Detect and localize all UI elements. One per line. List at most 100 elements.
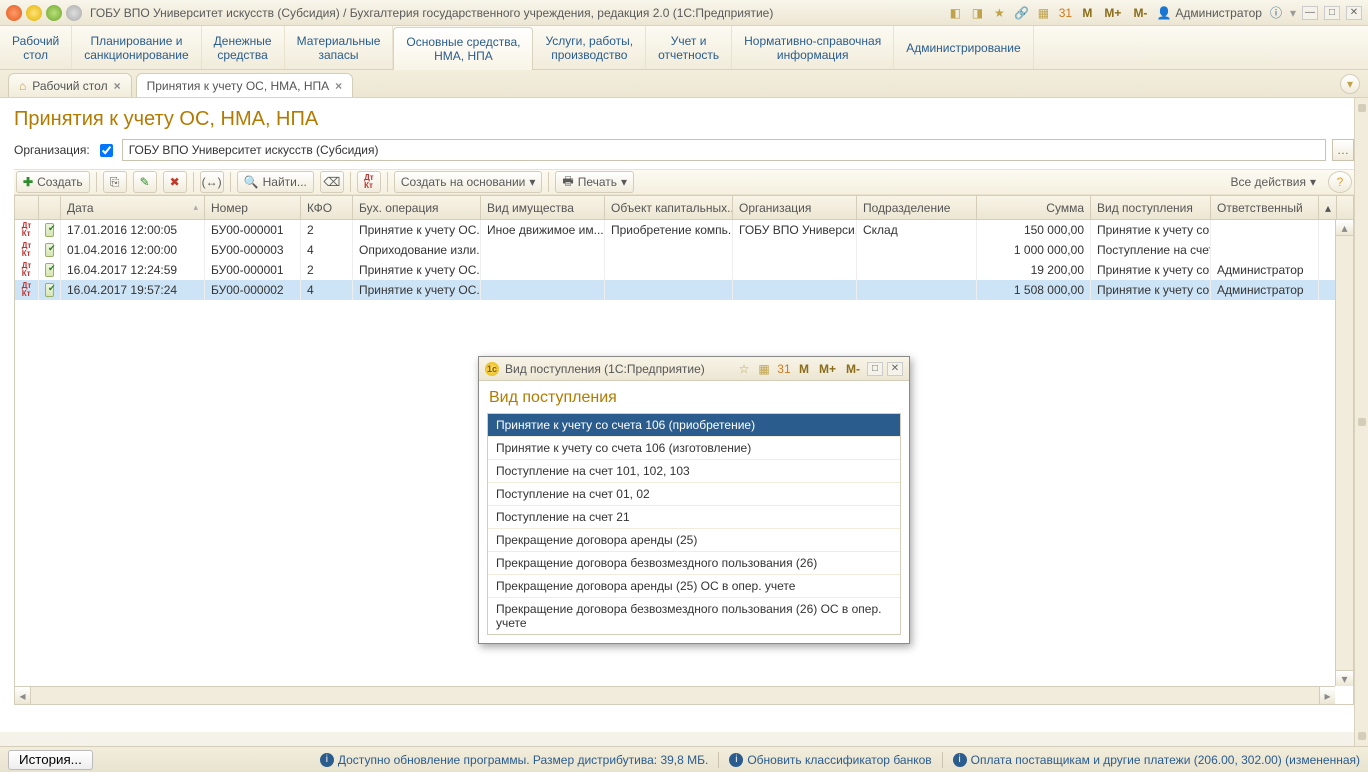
list-item[interactable]: Принятие к учету со счета 106 (приобрете… — [488, 414, 900, 437]
col-kfo[interactable]: КФО — [301, 196, 353, 219]
list-item[interactable]: Прекращение договора безвозмездного поль… — [488, 552, 900, 575]
col-date[interactable]: Дата — [61, 196, 205, 219]
col-asset[interactable]: Вид имущества — [481, 196, 605, 219]
edit-button[interactable]: ✎ — [133, 171, 157, 193]
col-op[interactable]: Бух. операция — [353, 196, 481, 219]
col-obj[interactable]: Объект капитальных... — [605, 196, 733, 219]
table-row[interactable]: ДтКт17.01.2016 12:00:05БУ00-0000012Приня… — [15, 220, 1353, 240]
win-min[interactable]: — — [1302, 6, 1318, 20]
nav-materials[interactable]: Материальныезапасы — [285, 26, 394, 69]
mem-mminus[interactable]: M- — [1130, 6, 1150, 20]
col-dept[interactable]: Подразделение — [857, 196, 977, 219]
col-sum[interactable]: Сумма — [977, 196, 1091, 219]
close-icon[interactable]: × — [114, 79, 121, 93]
org-input[interactable]: ГОБУ ВПО Университет искусств (Субсидия) — [122, 139, 1326, 161]
side-rail[interactable] — [1354, 98, 1368, 746]
tb-grey-icon[interactable] — [66, 5, 82, 21]
scroll-up-icon[interactable]: ▴ — [1336, 220, 1353, 236]
table-row[interactable]: ДтКт01.04.2016 12:00:00БУ00-0000034Оприх… — [15, 240, 1353, 260]
status-update-link[interactable]: iДоступно обновление программы. Размер д… — [320, 753, 708, 767]
tb-green-icon[interactable] — [46, 5, 62, 21]
create-button[interactable]: ✚Создать — [16, 171, 90, 193]
nav-money[interactable]: Денежныесредства — [202, 26, 285, 69]
dtkt-icon: ДтКт — [22, 242, 32, 258]
modal-max[interactable]: □ — [867, 362, 883, 376]
grid-header: Дата Номер КФО Бух. операция Вид имущест… — [15, 196, 1353, 220]
list-item[interactable]: Прекращение договора безвозмездного поль… — [488, 598, 900, 634]
scroll-left-icon[interactable]: ◂ — [15, 687, 31, 704]
history-button[interactable]: История... — [8, 750, 93, 770]
nav-assets[interactable]: Основные средства,НМА, НПА — [393, 27, 533, 70]
find-button[interactable]: 🔍Найти... — [237, 171, 314, 193]
toolbar: ✚Создать ⎘ ✎ ✖ (↔) 🔍Найти... ⌫ ДтКт Созд… — [14, 169, 1354, 195]
win-close[interactable]: ✕ — [1346, 6, 1362, 20]
favorite-icon[interactable]: ★ — [991, 5, 1007, 21]
refresh-button[interactable]: (↔) — [200, 171, 224, 193]
list-item[interactable]: Принятие к учету со счета 106 (изготовле… — [488, 437, 900, 460]
modal-calc-icon[interactable]: ▦ — [756, 361, 772, 377]
nav-back-icon[interactable]: ◧ — [947, 5, 963, 21]
col-org[interactable]: Организация — [733, 196, 857, 219]
dtkt-button[interactable]: ДтКт — [357, 171, 381, 193]
tb-yellow-icon[interactable] — [26, 5, 42, 21]
nav-planning[interactable]: Планирование исанкционирование — [72, 26, 201, 69]
list-item[interactable]: Поступление на счет 101, 102, 103 — [488, 460, 900, 483]
nav-fwd-icon[interactable]: ◨ — [969, 5, 985, 21]
user-badge[interactable]: 👤 Администратор — [1156, 6, 1262, 20]
tab-desktop[interactable]: ⌂ Рабочий стол × — [8, 73, 132, 97]
scroll-right-icon[interactable]: ▸ — [1319, 687, 1335, 704]
calc-icon[interactable]: ▦ — [1035, 5, 1051, 21]
calendar-icon[interactable]: 31 — [1057, 5, 1073, 21]
list-item[interactable]: Поступление на счет 01, 02 — [488, 483, 900, 506]
nav-admin[interactable]: Администрирование — [894, 26, 1033, 69]
org-filter: Организация: ГОБУ ВПО Университет искусс… — [14, 139, 1354, 161]
list-item[interactable]: Поступление на счет 21 — [488, 506, 900, 529]
col-number[interactable]: Номер — [205, 196, 301, 219]
link-icon[interactable]: 🔗 — [1013, 5, 1029, 21]
tabs-menu-button[interactable]: ▾ — [1340, 74, 1360, 94]
info-icon[interactable]: ⓘ — [1268, 5, 1284, 21]
list-item[interactable]: Прекращение договора аренды (25) — [488, 529, 900, 552]
create-based-button[interactable]: Создать на основании▾ — [394, 171, 543, 193]
modal-fav-icon[interactable]: ☆ — [736, 361, 752, 377]
delete-button[interactable]: ✖ — [163, 171, 187, 193]
col-resp[interactable]: Ответственный — [1211, 196, 1319, 219]
tb-red-icon[interactable] — [6, 5, 22, 21]
vscrollbar[interactable]: ▴ ▾ — [1335, 220, 1353, 686]
delete-icon: ✖ — [170, 175, 180, 189]
print-icon: 🖶 — [562, 172, 573, 193]
win-max[interactable]: □ — [1324, 6, 1340, 20]
modal-mminus[interactable]: M- — [843, 362, 863, 376]
nav-refs[interactable]: Нормативно-справочнаяинформация — [732, 26, 894, 69]
mem-mplus[interactable]: M+ — [1101, 6, 1124, 20]
table-row[interactable]: ДтКт16.04.2017 19:57:24БУ00-0000024Приня… — [15, 280, 1353, 300]
modal-close[interactable]: ✕ — [887, 362, 903, 376]
scroll-down-icon[interactable]: ▾ — [1336, 670, 1353, 686]
close-icon[interactable]: × — [335, 79, 342, 93]
help-button[interactable]: ? — [1328, 171, 1352, 193]
dtkt-icon: ДтКт — [22, 222, 32, 238]
doc-icon — [45, 243, 54, 257]
modal-mplus[interactable]: M+ — [816, 362, 839, 376]
clear-find-button[interactable]: ⌫ — [320, 171, 344, 193]
nav-desktop[interactable]: Рабочийстол — [0, 26, 72, 69]
status-banks-link[interactable]: iОбновить классификатор банков — [729, 753, 931, 767]
org-checkbox[interactable] — [100, 144, 113, 157]
nav-accounting[interactable]: Учет иотчетность — [646, 26, 732, 69]
tab-acceptance[interactable]: Принятия к учету ОС, НМА, НПА × — [136, 73, 354, 97]
hscrollbar[interactable]: ◂ ▸ — [15, 686, 1335, 704]
nav-services[interactable]: Услуги, работы,производство — [533, 26, 646, 69]
copy-button[interactable]: ⎘ — [103, 171, 127, 193]
list-item[interactable]: Прекращение договора аренды (25) ОС в оп… — [488, 575, 900, 598]
col-entry[interactable]: Вид поступления — [1091, 196, 1211, 219]
org-select-button[interactable]: … — [1332, 139, 1354, 161]
print-button[interactable]: 🖶Печать▾ — [555, 171, 634, 193]
status-payments-link[interactable]: iОплата поставщикам и другие платежи (20… — [953, 753, 1360, 767]
table-row[interactable]: ДтКт16.04.2017 12:24:59БУ00-0000012Приня… — [15, 260, 1353, 280]
modal-entry-type: 1c Вид поступления (1С:Предприятие) ☆ ▦ … — [478, 356, 910, 644]
modal-m[interactable]: M — [796, 362, 812, 376]
all-actions-button[interactable]: Все действия▾ — [1225, 171, 1323, 193]
modal-calendar-icon[interactable]: 31 — [776, 361, 792, 377]
modal-heading: Вид поступления — [489, 389, 899, 407]
mem-m[interactable]: M — [1079, 6, 1095, 20]
